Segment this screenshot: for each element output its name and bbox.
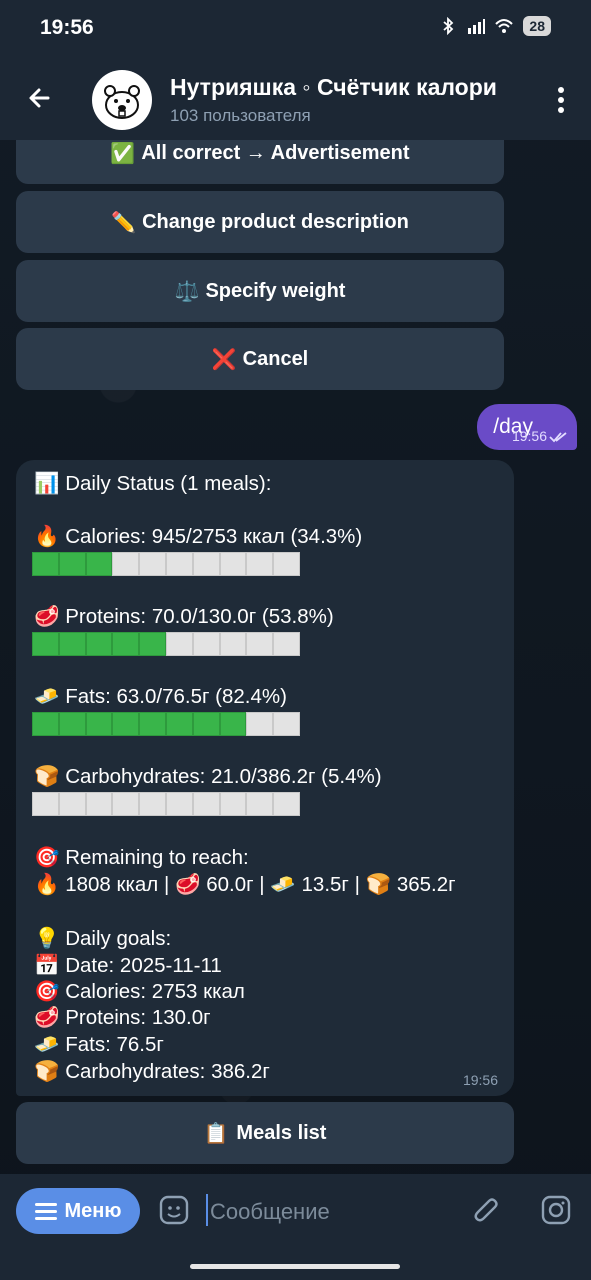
- progress-cell-filled: [85, 552, 113, 576]
- progress-cell-filled: [32, 632, 59, 656]
- wifi-icon: [495, 19, 514, 33]
- cancel-button[interactable]: ❌ Cancel: [16, 328, 504, 390]
- fats-line: 🧈 Fats: 63.0/76.5г (82.4%): [34, 685, 287, 708]
- progress-cell-filled: [165, 712, 193, 736]
- progress-cell-empty: [139, 552, 166, 576]
- goal-carbs: 🍞 Carbohydrates: 386.2г: [34, 1060, 270, 1083]
- cross-icon: ❌: [211, 348, 237, 371]
- battery-indicator: 28: [523, 16, 551, 36]
- progress-cell-empty: [219, 552, 247, 576]
- progress-cell-empty: [112, 792, 140, 816]
- progress-cell-empty: [246, 552, 274, 576]
- progress-cell-empty: [58, 792, 86, 816]
- outgoing-message[interactable]: /day 19:56: [477, 404, 577, 450]
- progress-cell-empty: [85, 792, 113, 816]
- carbs-line: 🍞 Carbohydrates: 21.0/386.2г (5.4%): [34, 765, 382, 788]
- proteins-progress-bar: [32, 632, 300, 656]
- remaining-title: 🎯 Remaining to reach:: [34, 846, 249, 869]
- goal-date: 📅 Date: 2025-11-11: [34, 954, 222, 977]
- calories-progress-bar: [32, 552, 300, 576]
- progress-cell-filled: [192, 712, 220, 736]
- progress-cell-filled: [85, 712, 113, 736]
- progress-cell-filled: [58, 712, 86, 736]
- fats-progress-bar: [32, 712, 300, 736]
- daily-status-message[interactable]: 📊 Daily Status (1 meals): 🔥 Calories: 94…: [16, 460, 514, 1096]
- double-check-icon: [549, 432, 567, 443]
- menu-label: Меню: [64, 1199, 122, 1222]
- progress-cell-filled: [58, 632, 86, 656]
- progress-cell-empty: [192, 792, 220, 816]
- hamburger-icon: [34, 1203, 57, 1220]
- progress-cell-empty: [219, 792, 247, 816]
- outgoing-time: 19:56: [511, 428, 547, 444]
- goal-calories: 🎯 Calories: 2753 ккал: [34, 980, 245, 1003]
- progress-cell-filled: [58, 552, 86, 576]
- progress-cell-filled: [32, 712, 59, 736]
- signal-icon: [468, 19, 486, 34]
- goal-fats: 🧈 Fats: 76.5г: [34, 1033, 164, 1056]
- progress-cell-empty: [112, 552, 140, 576]
- progress-cell-filled: [139, 712, 166, 736]
- progress-cell-empty: [192, 552, 220, 576]
- scales-icon: ⚖️: [174, 280, 200, 303]
- goal-proteins: 🥩 Proteins: 130.0г: [34, 1006, 211, 1029]
- message-input-bar: Меню: [0, 1174, 591, 1280]
- chat-avatar[interactable]: [92, 70, 152, 130]
- pencil-icon: ✏️: [111, 211, 137, 234]
- progress-cell-empty: [273, 552, 300, 576]
- progress-cell-empty: [192, 632, 220, 656]
- sticker-icon[interactable]: [158, 1194, 190, 1226]
- progress-cell-empty: [139, 792, 166, 816]
- progress-cell-empty: [246, 632, 274, 656]
- goals-title: 💡 Daily goals:: [34, 927, 172, 950]
- remaining-values: 🔥 1808 ккал | 🥩 60.0г | 🧈 13.5г | 🍞 365.…: [34, 873, 456, 896]
- bluetooth-icon: [443, 17, 454, 35]
- chat-header: Нутрияшка ◦ Счётчик калори 103 пользоват…: [0, 58, 591, 140]
- status-time: 19:56: [40, 16, 94, 39]
- calories-line: 🔥 Calories: 945/2753 ккал (34.3%): [34, 525, 363, 548]
- specify-weight-button[interactable]: ⚖️ Specify weight: [16, 260, 504, 322]
- specify-weight-label: Specify weight: [205, 279, 346, 302]
- change-description-label: Change product description: [142, 210, 409, 233]
- progress-cell-filled: [85, 632, 113, 656]
- progress-cell-empty: [246, 792, 274, 816]
- progress-cell-empty: [219, 632, 247, 656]
- progress-cell-empty: [273, 632, 300, 656]
- camera-icon[interactable]: [540, 1194, 572, 1226]
- progress-cell-empty: [165, 792, 193, 816]
- progress-cell-empty: [273, 712, 300, 736]
- bot-menu-button[interactable]: Меню: [16, 1188, 140, 1234]
- chat-member-count: 103 пользователя: [170, 106, 311, 125]
- progress-cell-filled: [112, 632, 140, 656]
- proteins-line: 🥩 Proteins: 70.0/130.0г (53.8%): [34, 605, 334, 628]
- progress-cell-empty: [165, 632, 193, 656]
- carbs-progress-bar: [32, 792, 300, 816]
- meals-list-button[interactable]: 📋 Meals list: [16, 1102, 514, 1164]
- daily-status-header: 📊 Daily Status (1 meals):: [34, 472, 272, 495]
- change-description-button[interactable]: ✏️ Change product description: [16, 191, 504, 253]
- progress-cell-empty: [273, 792, 300, 816]
- all-correct-label: All correct → Advertisement: [141, 141, 410, 164]
- paperclip-icon[interactable]: [472, 1194, 502, 1226]
- status-bar: 19:56 28: [0, 0, 591, 58]
- check-icon: ✅: [110, 142, 136, 165]
- back-arrow-icon[interactable]: [26, 84, 54, 112]
- cancel-label: Cancel: [242, 347, 309, 370]
- progress-cell-filled: [32, 552, 59, 576]
- clipboard-icon: 📋: [203, 1122, 229, 1145]
- progress-cell-empty: [246, 712, 274, 736]
- progress-cell-filled: [219, 712, 247, 736]
- progress-cell-filled: [112, 712, 140, 736]
- chat-title[interactable]: Нутрияшка ◦ Счётчик калори: [170, 74, 522, 101]
- message-time: 19:56: [462, 1072, 498, 1088]
- status-icons: 28: [439, 16, 551, 36]
- message-input[interactable]: [208, 1194, 452, 1230]
- progress-cell-empty: [165, 552, 193, 576]
- meals-list-label: Meals list: [236, 1121, 327, 1144]
- progress-cell-empty: [32, 792, 59, 816]
- progress-cell-filled: [139, 632, 166, 656]
- home-indicator: [190, 1264, 400, 1269]
- more-options-icon[interactable]: [557, 86, 565, 114]
- nutria-logo-icon: [104, 85, 140, 119]
